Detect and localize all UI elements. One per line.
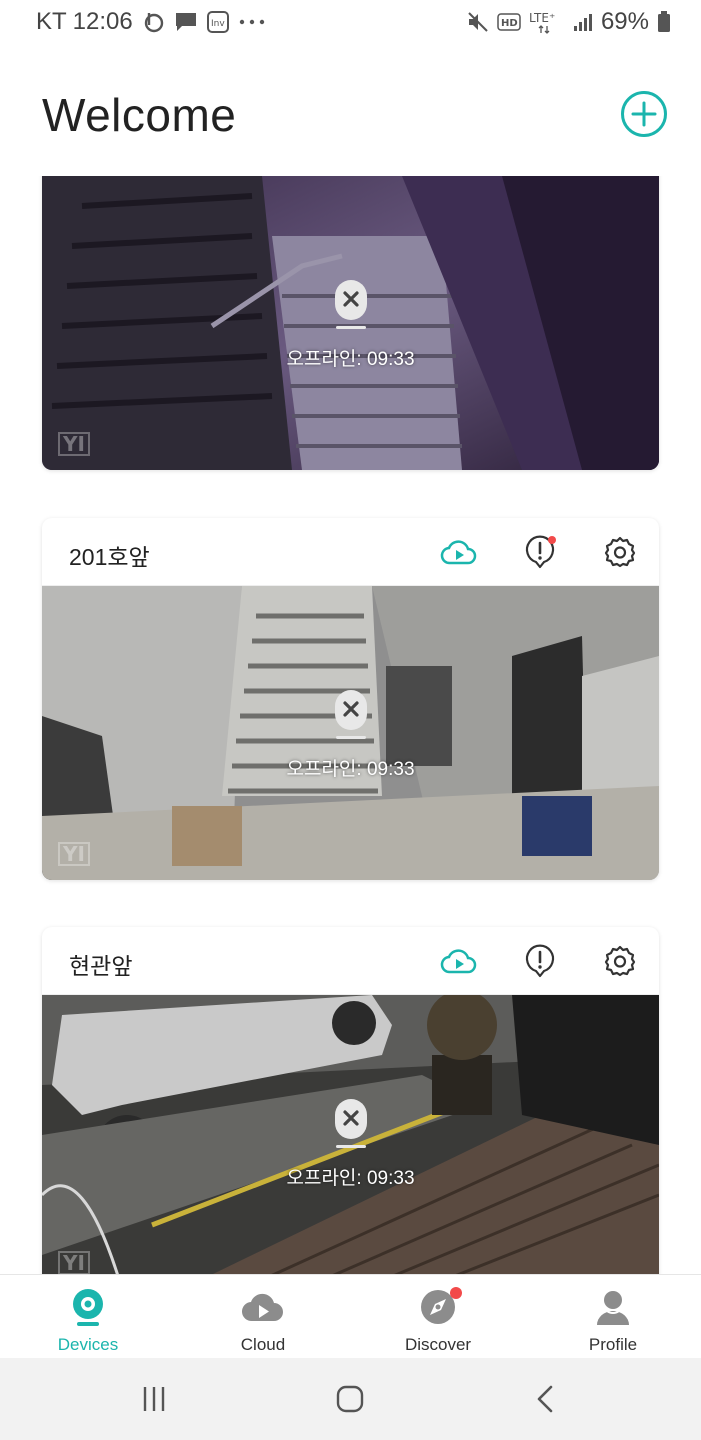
svg-text:HD: HD (501, 18, 518, 29)
status-bar: KT 12:06 Inv HD LTE⁺ 69% (0, 0, 701, 44)
battery-icon (657, 11, 671, 33)
b-app-icon (143, 11, 165, 33)
camera-offline-icon (333, 280, 369, 332)
device-card[interactable]: 현관앞 오프라인: 09:33 YI (42, 927, 659, 1274)
device-card[interactable]: 오프라인: 09:33 YI (42, 176, 659, 470)
gear-icon (604, 536, 636, 568)
settings-button[interactable] (600, 532, 640, 572)
alerts-button[interactable] (520, 941, 560, 981)
signal-icon (573, 12, 593, 32)
camera-icon (73, 1289, 103, 1326)
message-icon (175, 12, 197, 32)
status-left: KT 12:06 Inv (36, 8, 265, 36)
nav-label: Discover (404, 1335, 472, 1354)
status-right: HD LTE⁺ 69% (467, 8, 671, 36)
camera-feed[interactable]: 오프라인: 09:33 YI (42, 176, 659, 470)
nav-discover[interactable]: Discover (378, 1285, 498, 1355)
camera-offline-icon (333, 1099, 369, 1151)
nav-label: Cloud (240, 1335, 286, 1354)
offline-status: 오프라인: 09:33 (286, 759, 415, 780)
alerts-button[interactable] (520, 532, 560, 572)
yi-logo: YI (58, 432, 90, 456)
back-button[interactable] (526, 1382, 566, 1416)
hd-icon: HD (497, 13, 521, 31)
mute-icon (467, 11, 489, 33)
discover-badge (450, 1287, 462, 1299)
more-icon (239, 18, 265, 26)
cloud-play-icon (440, 949, 477, 974)
device-name: 201호앞 (69, 544, 150, 570)
camera-feed[interactable]: 오프라인: 09:33 YI (42, 586, 659, 880)
yi-logo: YI (58, 1251, 90, 1274)
settings-button[interactable] (600, 941, 640, 981)
offline-overlay: 오프라인: 09:33 (42, 690, 659, 781)
home-button[interactable] (330, 1382, 370, 1416)
home-icon (336, 1385, 364, 1413)
recents-button[interactable] (134, 1382, 174, 1416)
page-title: Welcome (42, 89, 237, 141)
inv-app-icon: Inv (206, 11, 229, 33)
battery-percent: 69% (600, 8, 649, 35)
cloud-playback-button[interactable] (439, 941, 479, 981)
device-card-header: 201호앞 (42, 518, 659, 586)
offline-status: 오프라인: 09:33 (286, 349, 415, 370)
device-name: 현관앞 (69, 953, 133, 979)
carrier-label: KT (36, 8, 67, 35)
alert-badge (548, 536, 556, 544)
camera-feed[interactable]: 오프라인: 09:33 YI (42, 995, 659, 1274)
offline-overlay: 오프라인: 09:33 (42, 1099, 659, 1190)
bottom-navigation: Devices Cloud Discover Profile (0, 1274, 701, 1358)
svg-text:Inv: Inv (211, 19, 225, 29)
device-card-header: 현관앞 (42, 927, 659, 995)
cloud-icon (241, 1293, 283, 1322)
offline-status: 오프라인: 09:33 (286, 1168, 415, 1189)
nav-devices[interactable]: Devices (28, 1285, 148, 1355)
cloud-play-icon (440, 540, 477, 565)
lte-icon: LTE⁺ (529, 10, 565, 34)
recents-icon (143, 1387, 165, 1411)
nav-cloud[interactable]: Cloud (203, 1285, 323, 1355)
nav-profile[interactable]: Profile (553, 1285, 673, 1355)
add-device-button[interactable] (621, 91, 667, 137)
user-icon (597, 1291, 629, 1325)
device-list[interactable]: 오프라인: 09:33 YI 201호앞 오프라인: 09:33 YI 현관앞 … (0, 176, 701, 1274)
alert-icon (525, 944, 555, 978)
nav-label: Devices (57, 1335, 119, 1354)
nav-label: Profile (588, 1335, 638, 1354)
back-icon (537, 1385, 553, 1413)
cloud-playback-button[interactable] (439, 532, 479, 572)
offline-overlay: 오프라인: 09:33 (42, 280, 659, 371)
system-navigation-bar (0, 1358, 701, 1440)
svg-text:LTE⁺: LTE⁺ (529, 11, 555, 25)
device-card[interactable]: 201호앞 오프라인: 09:33 YI (42, 518, 659, 880)
yi-logo: YI (58, 842, 90, 866)
camera-offline-icon (333, 690, 369, 742)
gear-icon (604, 945, 636, 977)
clock: 12:06 (72, 8, 133, 35)
plus-icon (631, 101, 657, 127)
